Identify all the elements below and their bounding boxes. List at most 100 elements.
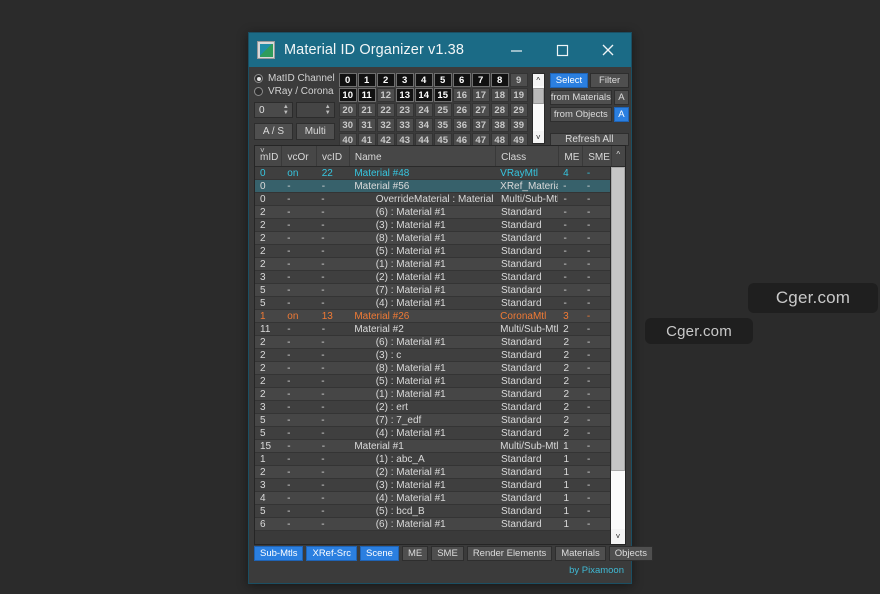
table-row[interactable]: 2 - - (8) : Material #1 Standard - - bbox=[255, 232, 610, 245]
table-row[interactable]: 2 - - (5) : Material #1 Standard - - bbox=[255, 245, 610, 258]
matid-spinner[interactable]: 0 ▲ ▼ bbox=[254, 102, 293, 118]
table-row[interactable]: 5 - - (5) : bcd_B Standard 1 - bbox=[255, 505, 610, 518]
table-row[interactable]: 4 - - (4) : Material #1 Standard 1 - bbox=[255, 492, 610, 505]
id-cell-8[interactable]: 8 bbox=[490, 73, 509, 87]
table-row[interactable]: 0 on 22 Material #48 VRayMtl 4 - bbox=[255, 167, 610, 180]
scroll-track[interactable] bbox=[532, 86, 544, 131]
header-me[interactable]: ME bbox=[559, 146, 584, 166]
spinner-arrows-icon[interactable]: ▲ ▼ bbox=[325, 104, 331, 116]
table-row[interactable]: 5 - - (4) : Material #1 Standard - - bbox=[255, 297, 610, 310]
table-scrollbar[interactable]: ˅ bbox=[610, 167, 625, 544]
id-cell-20[interactable]: 20 bbox=[338, 103, 357, 117]
id-cell-10[interactable]: 10 bbox=[338, 88, 357, 102]
id-cell-25[interactable]: 25 bbox=[433, 103, 452, 117]
id-cell-13[interactable]: 13 bbox=[395, 88, 414, 102]
id-cell-37[interactable]: 37 bbox=[471, 118, 490, 132]
table-row[interactable]: 3 - - (3) : Material #1 Standard 1 - bbox=[255, 479, 610, 492]
id-cell-33[interactable]: 33 bbox=[395, 118, 414, 132]
bottom-button-sub-mtls[interactable]: Sub-Mtls bbox=[254, 546, 304, 561]
id-cell-18[interactable]: 18 bbox=[490, 88, 509, 102]
bottom-button-scene[interactable]: Scene bbox=[360, 546, 399, 561]
id-cell-26[interactable]: 26 bbox=[452, 103, 471, 117]
id-cell-4[interactable]: 4 bbox=[414, 73, 433, 87]
id-cell-3[interactable]: 3 bbox=[395, 73, 414, 87]
radio-vray-corona[interactable]: VRay / Corona bbox=[254, 86, 335, 97]
table-scroll-up-icon[interactable]: ^ bbox=[612, 146, 625, 166]
table-row[interactable]: 1 on 13 Material #26 CoronaMtl 3 - bbox=[255, 310, 610, 323]
id-cell-14[interactable]: 14 bbox=[414, 88, 433, 102]
material-id-grid[interactable]: 0 1 2 3 4 5 6 7 8 9 10 11 12 13 14 15 16 17 18 19 20 21 22 23 24… bbox=[338, 73, 528, 147]
multi-button[interactable]: Multi bbox=[295, 123, 335, 140]
id-cell-32[interactable]: 32 bbox=[376, 118, 395, 132]
bottom-button-xref-src[interactable]: XRef-Src bbox=[306, 546, 358, 561]
id-cell-2[interactable]: 2 bbox=[376, 73, 395, 87]
table-row[interactable]: 5 - - (7) : 7_edf Standard 2 - bbox=[255, 414, 610, 427]
radio-matid-channel[interactable]: MatID Channel bbox=[254, 73, 335, 84]
id-cell-22[interactable]: 22 bbox=[376, 103, 395, 117]
id-cell-34[interactable]: 34 bbox=[414, 118, 433, 132]
table-row[interactable]: 2 - - (6) : Material #1 Standard 2 - bbox=[255, 336, 610, 349]
bottom-button-materials[interactable]: Materials bbox=[555, 546, 606, 561]
id-cell-12[interactable]: 12 bbox=[376, 88, 395, 102]
table-scroll-track[interactable] bbox=[611, 167, 625, 529]
bottom-button-me[interactable]: ME bbox=[401, 546, 429, 561]
table-scroll-down-icon[interactable]: ˅ bbox=[611, 529, 625, 544]
id-cell-6[interactable]: 6 bbox=[452, 73, 471, 87]
scroll-thumb[interactable] bbox=[532, 87, 544, 104]
id-cell-9[interactable]: 9 bbox=[509, 73, 528, 87]
id-cell-36[interactable]: 36 bbox=[452, 118, 471, 132]
table-row[interactable]: 0- - Material #56 XRef_Material - - bbox=[255, 180, 610, 193]
id-cell-15[interactable]: 15 bbox=[433, 88, 452, 102]
table-row[interactable]: 5 - - (7) : Material #1 Standard - - bbox=[255, 284, 610, 297]
table-row[interactable]: 11 - - Material #2 Multi/Sub-Mtl 2 - bbox=[255, 323, 610, 336]
header-vcor[interactable]: vcOr bbox=[282, 146, 318, 166]
table-row[interactable]: 3 - - (2) : Material #1 Standard - - bbox=[255, 271, 610, 284]
table-row[interactable]: 2 - - (1) : Material #1 Standard 2 - bbox=[255, 388, 610, 401]
id-cell-1[interactable]: 1 bbox=[357, 73, 376, 87]
table-row[interactable]: 2 - - (2) : Material #1 Standard 1 - bbox=[255, 466, 610, 479]
table-row[interactable]: 0 - - OverrideMaterial : Material #60 Multi/… bbox=[255, 193, 610, 206]
id-cell-38[interactable]: 38 bbox=[490, 118, 509, 132]
table-row[interactable]: 2 - - (3) : c Standard 2 - bbox=[255, 349, 610, 362]
table-row[interactable]: 2 - - (6) : Material #1 Standard - - bbox=[255, 206, 610, 219]
table-row[interactable]: 2 - - (3) : Material #1 Standard - - bbox=[255, 219, 610, 232]
table-row[interactable]: 1 - - (1) : abc_A Standard 1 - bbox=[255, 453, 610, 466]
from-objects-button[interactable]: from Objects bbox=[549, 107, 612, 122]
assign-select-button[interactable]: A / S bbox=[254, 123, 293, 140]
table-scroll-thumb[interactable] bbox=[611, 167, 625, 472]
minimize-icon[interactable] bbox=[493, 33, 539, 67]
maximize-icon[interactable] bbox=[539, 33, 585, 67]
id-cell-19[interactable]: 19 bbox=[509, 88, 528, 102]
id-cell-27[interactable]: 27 bbox=[471, 103, 490, 117]
header-mid[interactable]: ˅ mID bbox=[255, 146, 283, 166]
header-class[interactable]: Class bbox=[496, 146, 560, 166]
table-row[interactable]: 2 - - (5) : Material #1 Standard 2 - bbox=[255, 375, 610, 388]
header-sme[interactable]: SME bbox=[583, 146, 612, 166]
spinner-arrows-icon[interactable]: ▲ ▼ bbox=[283, 104, 289, 116]
bottom-button-render-elements[interactable]: Render Elements bbox=[466, 546, 553, 561]
bottom-button-sme[interactable]: SME bbox=[431, 546, 464, 561]
scroll-up-icon[interactable]: ^ bbox=[532, 74, 544, 86]
id-grid-scrollbar[interactable]: ^ ˅ bbox=[531, 73, 545, 144]
bottom-button-objects[interactable]: Objects bbox=[608, 546, 653, 561]
table-row[interactable]: 2 - - (1) : Material #1 Standard - - bbox=[255, 258, 610, 271]
id-cell-35[interactable]: 35 bbox=[433, 118, 452, 132]
id-cell-29[interactable]: 29 bbox=[509, 103, 528, 117]
from-materials-button[interactable]: from Materials bbox=[549, 90, 612, 105]
close-icon[interactable] bbox=[585, 33, 631, 67]
id-cell-39[interactable]: 39 bbox=[509, 118, 528, 132]
table-body[interactable]: 0 on 22 Material #48 VRayMtl 4-0- - Material #5… bbox=[255, 167, 610, 544]
id-cell-17[interactable]: 17 bbox=[471, 88, 490, 102]
id-cell-5[interactable]: 5 bbox=[433, 73, 452, 87]
id-cell-0[interactable]: 0 bbox=[338, 73, 357, 87]
from-objects-a-toggle[interactable]: A bbox=[613, 107, 629, 122]
id-cell-11[interactable]: 11 bbox=[357, 88, 376, 102]
table-row[interactable]: 6 - - (6) : Material #1 Standard 1 - bbox=[255, 518, 610, 531]
id-cell-21[interactable]: 21 bbox=[357, 103, 376, 117]
secondary-spinner[interactable]: ▲ ▼ bbox=[295, 102, 335, 118]
from-materials-a-toggle[interactable]: A bbox=[613, 90, 629, 105]
select-button[interactable]: Select bbox=[549, 73, 589, 88]
table-row[interactable]: 2 - - (8) : Material #1 Standard 2 - bbox=[255, 362, 610, 375]
id-cell-28[interactable]: 28 bbox=[490, 103, 509, 117]
id-cell-23[interactable]: 23 bbox=[395, 103, 414, 117]
